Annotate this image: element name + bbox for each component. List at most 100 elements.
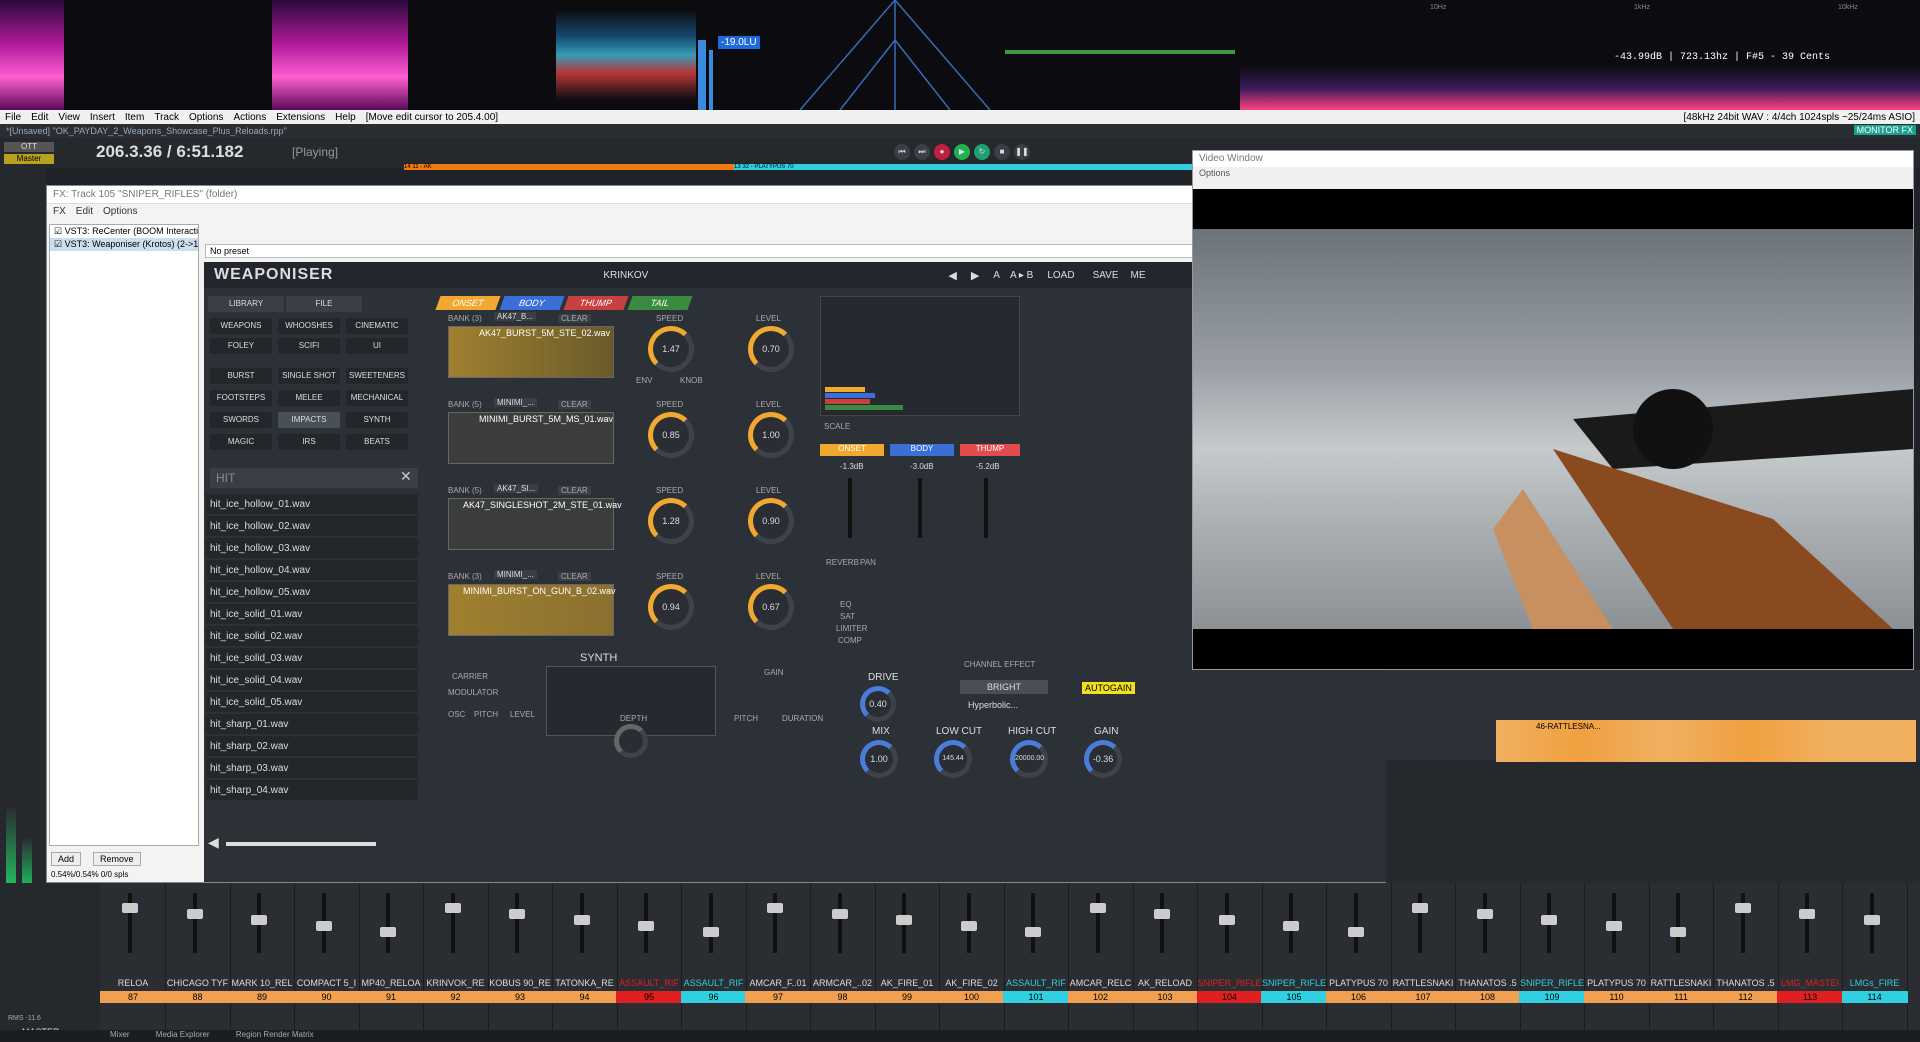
mix-knob[interactable]: 1.00	[860, 740, 898, 778]
file-item[interactable]: hit_ice_solid_03.wav	[206, 648, 418, 669]
fader-knob[interactable]	[1154, 909, 1170, 919]
file-item[interactable]: hit_ice_hollow_02.wav	[206, 516, 418, 537]
fx-sat[interactable]: SAT	[840, 612, 855, 621]
track-name[interactable]: AMCAR_RELC	[1068, 978, 1134, 990]
mixer-strip[interactable]: AMCAR_F..01 97	[745, 883, 811, 1042]
waveform[interactable]: MINIMI_BURST_5M_MS_01.wav	[448, 412, 614, 464]
track-name[interactable]: MARK 10_REL	[229, 978, 295, 990]
lib-beats[interactable]: BEATS	[346, 434, 408, 450]
level-knob[interactable]: 0.90	[748, 498, 794, 544]
track-name[interactable]: RATTLESNAKI	[1390, 978, 1456, 990]
mixer-strip[interactable]: SNIPER_RIFLE 105	[1261, 883, 1327, 1042]
lib-irs[interactable]: IRS	[278, 434, 340, 450]
audio-item[interactable]: 46-RATTLESNA...	[1496, 720, 1916, 762]
volume-fader[interactable]	[773, 893, 777, 953]
waveform[interactable]: MINIMI_BURST_ON_GUN_B_02.wav	[448, 584, 616, 636]
fader-knob[interactable]	[1670, 927, 1686, 937]
track-name[interactable]: SNIPER_RIFLE	[1519, 978, 1585, 990]
lib-foley[interactable]: FOLEY	[210, 338, 272, 354]
volume-fader[interactable]	[128, 893, 132, 953]
track-name[interactable]: PLATYPUS 70	[1584, 978, 1650, 990]
fx-menu-fx[interactable]: FX	[53, 206, 66, 218]
region-2[interactable]: 13 32 - PLATYPUS 70	[734, 164, 1194, 170]
menu-edit[interactable]: Edit	[26, 112, 53, 123]
mixer-strip[interactable]: TATONKA_RE 94	[551, 883, 618, 1042]
track-name[interactable]: CHICAGO TYF	[165, 978, 231, 990]
menu-options[interactable]: Options	[184, 112, 228, 123]
clear-button[interactable]: CLEAR	[558, 400, 591, 409]
fader-knob[interactable]	[702, 927, 719, 937]
lowcut-knob[interactable]: 145.44	[934, 740, 972, 778]
tab-onset[interactable]: ONSET	[435, 296, 501, 310]
volume-fader[interactable]	[1482, 893, 1487, 953]
onset-fader[interactable]	[848, 478, 852, 538]
go-end-button[interactable]: ⏭	[914, 144, 930, 160]
mixer-strip[interactable]: ASSAULT_RIF 96	[680, 883, 747, 1042]
gain-knob[interactable]: -0.36	[1084, 740, 1122, 778]
mixer-strip[interactable]: AK_FIRE_01 99	[874, 883, 940, 1042]
tab-media-explorer[interactable]: Media Explorer	[156, 1030, 210, 1039]
highcut-knob[interactable]: 20000.00	[1010, 740, 1048, 778]
bank-select[interactable]: AK47_B...	[494, 312, 537, 321]
file-item[interactable]: hit_sharp_04.wav	[206, 780, 418, 801]
lib-footsteps[interactable]: FOOTSTEPS	[210, 390, 272, 406]
fader-knob[interactable]	[1734, 903, 1751, 913]
track-name[interactable]: PLATYPUS 70	[1326, 978, 1392, 990]
lib-melee[interactable]: MELEE	[278, 390, 340, 406]
fader-knob[interactable]	[1089, 903, 1106, 913]
record-button[interactable]: ●	[934, 144, 950, 160]
lib-mechanical[interactable]: MECHANICAL	[346, 390, 408, 406]
fx-menu-edit[interactable]: Edit	[76, 206, 93, 218]
fader-knob[interactable]	[380, 927, 396, 937]
file-item[interactable]: hit_sharp_01.wav	[206, 714, 418, 735]
file-item[interactable]: hit_sharp_02.wav	[206, 736, 418, 757]
track-name[interactable]: THANATOS .5	[1713, 978, 1779, 990]
track-name[interactable]: ARMCAR_..02	[810, 978, 876, 990]
track-name[interactable]: MP40_RELOA	[358, 978, 424, 990]
level-knob[interactable]: 0.67	[748, 584, 794, 630]
volume-fader[interactable]	[192, 893, 197, 953]
lib-whooshes[interactable]: WHOOSHES	[278, 318, 340, 334]
waveform[interactable]: AK47_BURST_5M_STE_02.wav	[448, 326, 614, 378]
track-name[interactable]: KRINVOK_RE	[423, 978, 489, 990]
mixer-strip[interactable]: AK_FIRE_02 100	[938, 883, 1005, 1042]
fx-eq[interactable]: EQ	[840, 600, 852, 609]
track-name[interactable]: AK_FIRE_02	[939, 978, 1005, 990]
mix-body[interactable]: BODY	[890, 444, 954, 456]
prev-preset-icon[interactable]: ◀	[948, 269, 956, 282]
region-1[interactable]: 14 11 - AK	[404, 164, 736, 170]
thump-fader[interactable]	[984, 478, 988, 538]
speaker-icon[interactable]: ◀	[208, 834, 219, 851]
fader-knob[interactable]	[122, 903, 138, 913]
track-name[interactable]: AK_FIRE_01	[874, 978, 940, 990]
mixer-strip[interactable]: THANATOS .5 112	[1712, 883, 1779, 1042]
fader-knob[interactable]	[251, 915, 267, 925]
mixer-strip[interactable]: COMPACT 5_I 90	[293, 883, 360, 1042]
tab-region-render-matrix[interactable]: Region Render Matrix	[236, 1030, 314, 1039]
volume-fader[interactable]	[1676, 893, 1680, 953]
mixer-strip[interactable]: RATTLESNAKI 111	[1648, 883, 1714, 1042]
body-fader[interactable]	[918, 478, 922, 538]
mixer-strip[interactable]: PLATYPUS 70 110	[1583, 883, 1650, 1042]
lib-scifi[interactable]: SCIFI	[278, 338, 340, 354]
fader-knob[interactable]	[509, 909, 525, 919]
mixer-strip[interactable]: RATTLESNAKI 107	[1390, 883, 1456, 1042]
fader-knob[interactable]	[1412, 903, 1428, 913]
mixer-strip[interactable]: ASSAULT_RIF 101	[1003, 883, 1069, 1042]
fader-knob[interactable]	[315, 921, 332, 931]
fader-knob[interactable]	[1541, 915, 1557, 925]
master-track[interactable]: Master	[4, 154, 54, 164]
hyperbolic-select[interactable]: Hyperbolic...	[968, 700, 1018, 710]
project-tab[interactable]: *[Unsaved] "OK_PAYDAY_2_Weapons_Showcase…	[6, 126, 287, 136]
lib-magic[interactable]: MAGIC	[210, 434, 272, 450]
fx-plugin-item[interactable]: ☑ VST3: Weaponiser (Krotos) (2->1...	[50, 238, 198, 251]
clear-search-icon[interactable]: ✕	[400, 468, 412, 485]
speed-knob[interactable]: 1.47	[648, 326, 694, 372]
track-name[interactable]: AK_RELOAD	[1132, 978, 1198, 990]
menu-track[interactable]: Track	[149, 112, 184, 123]
bank-select[interactable]: AK47_SI...	[494, 484, 539, 493]
fader-knob[interactable]	[1283, 921, 1299, 931]
mix-onset[interactable]: ONSET	[820, 444, 884, 456]
monitor-fx-button[interactable]: MONITOR FX	[1853, 125, 1916, 135]
file-item[interactable]: hit_ice_solid_02.wav	[206, 626, 418, 647]
